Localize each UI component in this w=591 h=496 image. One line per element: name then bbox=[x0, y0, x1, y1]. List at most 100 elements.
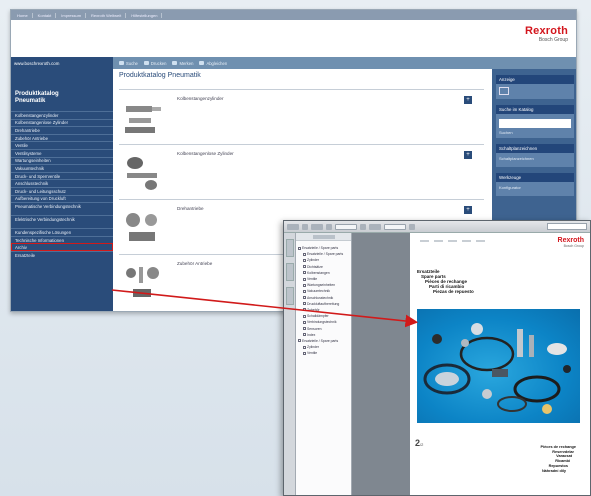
pdf-tool-button[interactable] bbox=[302, 223, 308, 230]
expand-button[interactable]: + bbox=[464, 96, 472, 104]
page-title: Produktkatalog Pneumatik bbox=[119, 72, 201, 79]
right-box-anzeige: Anzeige bbox=[496, 75, 574, 99]
bookmark-icon bbox=[303, 271, 306, 275]
bookmark-label: Ersatzteile / Spare parts bbox=[302, 246, 339, 251]
pages-tab[interactable] bbox=[286, 263, 294, 281]
bookmark-icon bbox=[303, 302, 306, 306]
attachments-tab[interactable] bbox=[286, 287, 294, 305]
right-box-title: Werkzeuge bbox=[496, 173, 574, 182]
pdf-tool-button[interactable] bbox=[287, 223, 299, 230]
sidebar-item[interactable]: Ventilsysteme bbox=[11, 148, 113, 157]
right-box-title: Schaltplanzeichnen bbox=[496, 144, 574, 153]
spare-parts-photo bbox=[417, 309, 580, 423]
sidebar-item[interactable]: Ersatzteile bbox=[11, 250, 113, 259]
sidebar-item[interactable]: Vakuumtechnik bbox=[11, 164, 113, 172]
expand-button[interactable]: + bbox=[464, 206, 472, 214]
site-url[interactable]: www.boschrexroth.com bbox=[11, 57, 113, 69]
sidebar-item[interactable]: Anschlusstechnik bbox=[11, 179, 113, 187]
bookmarks-tab[interactable] bbox=[286, 239, 294, 257]
navigation-pane-strip bbox=[284, 233, 296, 495]
pdf-tool-button[interactable] bbox=[369, 223, 381, 230]
product-name: Kolbenstangenzylinder bbox=[177, 96, 224, 101]
compare-icon bbox=[199, 61, 205, 65]
product-name: Drehantriebe bbox=[177, 206, 204, 211]
bookmark-item[interactable]: Ventile bbox=[298, 350, 349, 356]
right-box-schematic: Schaltplanzeichnen Schaltplanzeichnen bbox=[496, 144, 574, 167]
pdf-tool-button[interactable] bbox=[409, 223, 415, 230]
bookmark-icon bbox=[303, 283, 306, 287]
bookmark-label: Zylinder bbox=[307, 345, 320, 350]
top-nav-item[interactable]: Kontakt bbox=[34, 12, 57, 18]
sidebar-item[interactable]: Druck- und Sperrventile bbox=[11, 171, 113, 180]
expand-button[interactable]: + bbox=[464, 151, 472, 159]
footer-lang: Náhradní díly bbox=[541, 468, 566, 473]
bookmarks-panel: Ersatzteile / Spare parts Ersatzteile / S… bbox=[296, 233, 352, 495]
bookmarks-list: Ersatzteile / Spare parts Ersatzteile / S… bbox=[296, 241, 351, 360]
bookmark-label: Ventile bbox=[307, 351, 318, 356]
pdf-rexroth-logo: Rexroth Bosch Group bbox=[558, 237, 584, 248]
footer-lang: Pièces de rechange bbox=[540, 445, 576, 449]
right-box-body: Suchen bbox=[496, 114, 574, 138]
header: Rexroth Bosch Group bbox=[11, 20, 576, 57]
page-input[interactable] bbox=[335, 223, 357, 230]
right-box-tools: Werkzeuge Konfigurator bbox=[496, 173, 574, 196]
pdf-tool-button[interactable] bbox=[326, 223, 332, 230]
bookmarks-options[interactable] bbox=[312, 234, 335, 239]
bookmark-button[interactable]: Merken bbox=[172, 61, 193, 66]
search-button[interactable]: Suche bbox=[119, 61, 138, 66]
bookmark-icon bbox=[303, 258, 306, 262]
pdf-toolbar bbox=[284, 221, 590, 233]
pdf-footer-langs: Pièces de rechange Reservdelar Varaosat … bbox=[541, 445, 576, 473]
sidebar-item[interactable]: Pneumatische Verbindungstechnik bbox=[11, 202, 113, 215]
sidebar-item[interactable]: Kolbenstangenzylinder bbox=[11, 111, 113, 119]
bookmark-icon bbox=[303, 277, 306, 281]
bookmark-label: Wartungseinheiten bbox=[307, 283, 336, 288]
pdf-page-nav-item bbox=[462, 240, 471, 242]
find-input[interactable] bbox=[547, 223, 587, 230]
right-box-body[interactable]: Schaltplanzeichnen bbox=[496, 153, 574, 167]
zoom-input[interactable] bbox=[384, 223, 406, 230]
bookmarks-panel-header bbox=[296, 233, 351, 241]
product-name: Kolbenstangenlose Zylinder bbox=[177, 151, 234, 156]
sidebar-item[interactable]: Wartungseinheiten bbox=[11, 156, 113, 165]
bookmark-label: Ersatzteile / Spare parts bbox=[302, 338, 339, 343]
bookmark-label: Ventile bbox=[307, 277, 318, 282]
page-number-suffix: /2 bbox=[420, 442, 424, 447]
catalog-search-input[interactable] bbox=[499, 119, 571, 128]
logo-group: Bosch Group bbox=[538, 37, 568, 43]
pdf-logo-group: Bosch Group bbox=[563, 244, 584, 248]
sidebar-item[interactable]: Technische Informationen bbox=[11, 235, 113, 244]
pdf-tool-button[interactable] bbox=[360, 223, 366, 230]
top-nav-item[interactable]: Hilfestellungen bbox=[127, 12, 163, 18]
sidebar-item[interactable]: Druck- und Leitungsschutz bbox=[11, 186, 113, 195]
right-box-title: Suche im Katalog bbox=[496, 105, 574, 114]
heading-lang: Piezas de repuesto bbox=[433, 289, 474, 294]
sidebar-item[interactable]: Drehantriebe bbox=[11, 126, 113, 134]
sidebar-item[interactable]: Kundenspezifische Lösungen bbox=[11, 228, 113, 236]
print-button[interactable]: Drucken bbox=[143, 60, 167, 66]
sidebar-item[interactable]: Zubehör Antriebe bbox=[11, 133, 113, 142]
sidebar-item[interactable]: Elektrische Verbindungstechnik bbox=[11, 215, 113, 228]
rexroth-logo[interactable]: Rexroth Bosch Group bbox=[525, 25, 568, 43]
pdf-page: Rexroth Bosch Group Ersatzteile Spare pa… bbox=[410, 233, 590, 495]
sidebar-item[interactable]: Aufbereitung von Druckluft bbox=[11, 194, 113, 203]
sidebar-item[interactable]: Archiv bbox=[11, 243, 113, 251]
bookmark-label: Verbindungstechnik bbox=[307, 320, 337, 325]
sidebar-item[interactable]: Ventile bbox=[11, 141, 113, 149]
display-icon[interactable] bbox=[499, 87, 509, 95]
catalog-search-link[interactable]: Suchen bbox=[499, 130, 571, 135]
page-number: 2/2 bbox=[415, 438, 423, 448]
product-name: Zubehör Antriebe bbox=[177, 261, 213, 266]
right-box-body[interactable]: Konfigurator bbox=[496, 182, 574, 196]
sidebar-item[interactable]: Kolbenstangenlose Zylinder bbox=[11, 118, 113, 127]
product-row[interactable]: Kolbenstangenlose Zylinder + bbox=[119, 144, 484, 199]
compare-button[interactable]: Abgleichen bbox=[199, 61, 227, 66]
sidebar-title: Produktkatalog Pneumatik bbox=[11, 69, 113, 111]
right-box-title: Anzeige bbox=[496, 75, 574, 84]
top-nav-item[interactable]: Impressum bbox=[57, 12, 87, 18]
pdf-tool-button[interactable] bbox=[311, 223, 323, 230]
product-row[interactable]: Kolbenstangenzylinder + bbox=[119, 89, 484, 144]
top-nav-item[interactable]: Rexroth Weltweit bbox=[87, 12, 127, 18]
print-label: Drucken bbox=[150, 60, 167, 66]
top-nav-item[interactable]: Home bbox=[13, 12, 33, 18]
